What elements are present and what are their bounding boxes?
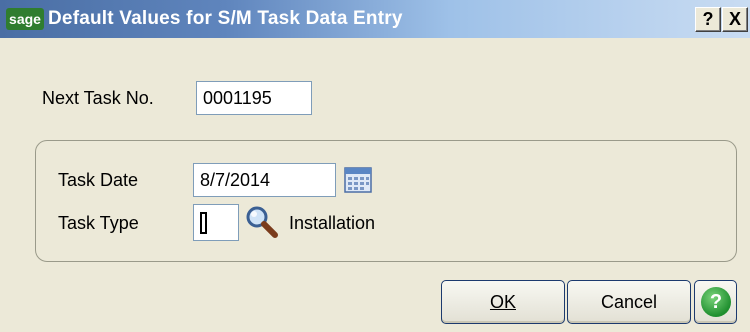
- dialog-window: sage Default Values for S/M Task Data En…: [0, 0, 750, 332]
- task-type-input[interactable]: [193, 204, 239, 241]
- task-date-label: Task Date: [58, 170, 139, 190]
- cancel-button-label: Cancel: [600, 292, 658, 312]
- calendar-icon[interactable]: [343, 164, 373, 194]
- task-type-description: Installation: [289, 213, 376, 233]
- titlebar-help-button[interactable]: ?: [695, 7, 721, 32]
- sage-logo: sage: [6, 8, 44, 30]
- help-button[interactable]: ?: [694, 280, 737, 324]
- ok-button[interactable]: OK: [441, 280, 565, 324]
- task-date-input[interactable]: 8/7/2014: [193, 163, 336, 197]
- next-task-input[interactable]: 0001195: [196, 81, 312, 115]
- next-task-label: Next Task No.: [42, 88, 154, 108]
- close-button[interactable]: X: [722, 7, 748, 32]
- task-type-value: [200, 212, 207, 234]
- magnifier-icon[interactable]: [244, 204, 278, 238]
- task-defaults-group: [35, 140, 737, 262]
- help-circle-icon: ?: [701, 287, 731, 317]
- window-title: Default Values for S/M Task Data Entry: [48, 8, 403, 29]
- title-bar[interactable]: sage Default Values for S/M Task Data En…: [0, 0, 750, 38]
- ok-button-label: OK: [489, 292, 516, 312]
- cancel-button[interactable]: Cancel: [567, 280, 691, 324]
- task-type-label: Task Type: [58, 213, 139, 233]
